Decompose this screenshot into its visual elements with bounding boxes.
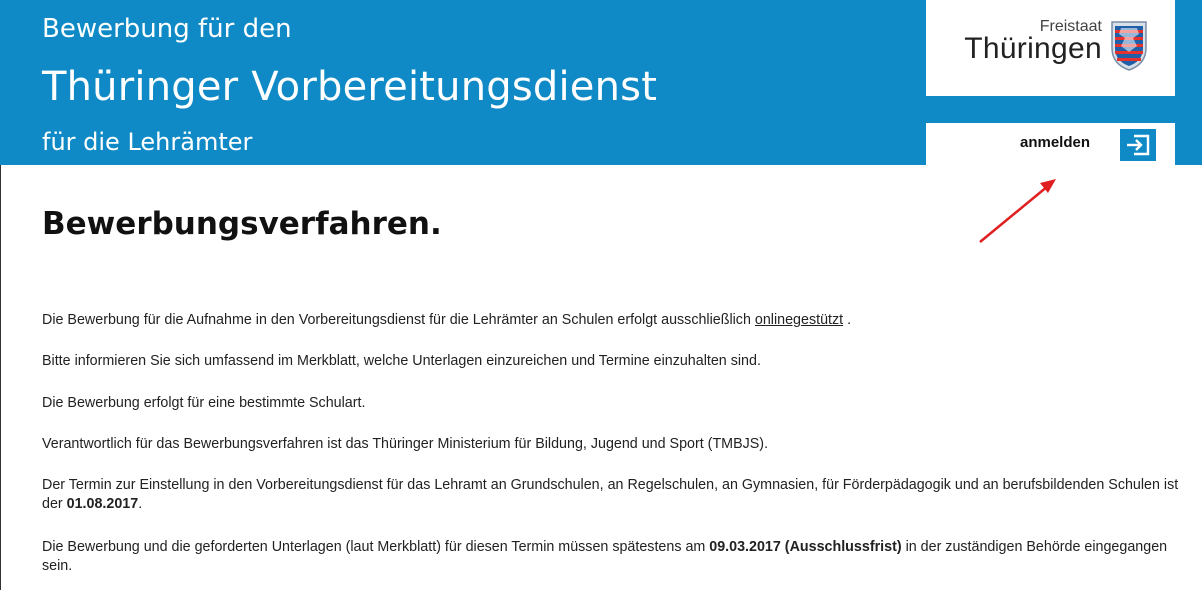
paragraph-schulart: Die Bewerbung erfolgt für eine bestimmte… (42, 395, 366, 411)
start-date: 01.08.2017 (66, 496, 139, 512)
sign-in-icon (1127, 134, 1150, 156)
page-title: Bewerbungsverfahren. (42, 206, 442, 242)
header-line-3: für die Lehrämter (42, 128, 253, 156)
paragraph-online: Die Bewerbung für die Aufnahme in den Vo… (42, 312, 852, 328)
deadline-date: 09.03.2017 (Ausschlussfrist) (709, 539, 902, 555)
logo-text-thueringen: Thüringen (964, 32, 1102, 65)
header-line-2: Thüringer Vorbereitungsdienst (42, 64, 658, 110)
paragraph-verantwortlich: Verantwortlich für das Bewerbungsverfahr… (42, 436, 769, 452)
login-button[interactable] (1120, 129, 1156, 161)
login-area: anmelden (926, 123, 1175, 165)
online-link[interactable]: onlinegestützt (755, 312, 843, 328)
header-line-1: Bewerbung für den (42, 14, 292, 44)
coat-of-arms-icon (1111, 21, 1147, 71)
state-logo[interactable]: Freistaat Thüringen (926, 0, 1175, 96)
paragraph-merkblatt: Bitte informieren Sie sich umfassend im … (42, 353, 761, 369)
paragraph-frist: Die Bewerbung und die geforderten Unterl… (42, 539, 1168, 574)
annotation-arrow-icon (979, 179, 1056, 243)
login-link[interactable]: anmelden (1020, 134, 1090, 151)
header-banner: Bewerbung für den Thüringer Vorbereitung… (0, 0, 1202, 165)
paragraph-termin: Der Termin zur Einstellung in den Vorber… (42, 477, 1179, 512)
page-border-line (0, 165, 1, 590)
